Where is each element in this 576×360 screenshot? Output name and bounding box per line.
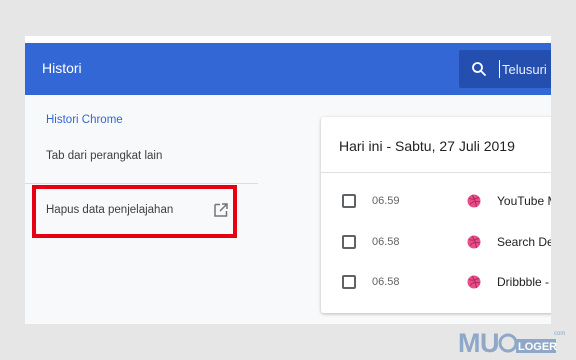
svg-text:M: M [458, 328, 481, 357]
svg-text:com: com [554, 331, 565, 337]
history-entry[interactable]: 06.58 Search De [321, 224, 551, 264]
search-box[interactable] [459, 50, 551, 88]
sidebar-item-chrome-history[interactable]: Histori Chrome [46, 114, 123, 126]
chrome-history-window: Histori Histori Chrome Tab dari perangka… [25, 36, 551, 324]
history-entry[interactable]: 06.59 YouTube M [321, 183, 551, 223]
dribbble-icon [467, 235, 481, 249]
dribbble-icon [467, 275, 481, 289]
entry-title[interactable]: YouTube M [497, 194, 551, 208]
entry-time: 06.59 [372, 195, 400, 207]
entry-title[interactable]: Dribbble - [497, 275, 549, 289]
history-entry[interactable]: 06.58 Dribbble - [321, 264, 551, 304]
search-icon[interactable] [471, 61, 487, 77]
svg-text:U: U [480, 328, 500, 357]
entry-checkbox[interactable] [342, 194, 356, 208]
dribbble-icon [467, 194, 481, 208]
entry-time: 06.58 [372, 236, 400, 248]
entry-title[interactable]: Search De [497, 235, 551, 249]
mugloger-logo: M U LOGER com [458, 328, 565, 357]
date-heading: Hari ini - Sabtu, 27 Juli 2019 [339, 138, 515, 154]
search-input[interactable] [499, 60, 551, 78]
entry-checkbox[interactable] [342, 275, 356, 289]
history-card: Hari ini - Sabtu, 27 Juli 2019 06.59 You… [321, 117, 551, 313]
sidebar-divider [25, 183, 258, 184]
highlight-box [32, 185, 237, 238]
app-header: Histori [25, 43, 551, 95]
sidebar-item-other-devices[interactable]: Tab dari perangkat lain [46, 150, 162, 162]
entry-time: 06.58 [372, 276, 400, 288]
card-divider [321, 172, 551, 173]
svg-text:LOGER: LOGER [518, 341, 557, 353]
entry-checkbox[interactable] [342, 235, 356, 249]
page-title: Histori [42, 60, 82, 76]
main-content: Histori Chrome Tab dari perangkat lain H… [25, 95, 551, 324]
